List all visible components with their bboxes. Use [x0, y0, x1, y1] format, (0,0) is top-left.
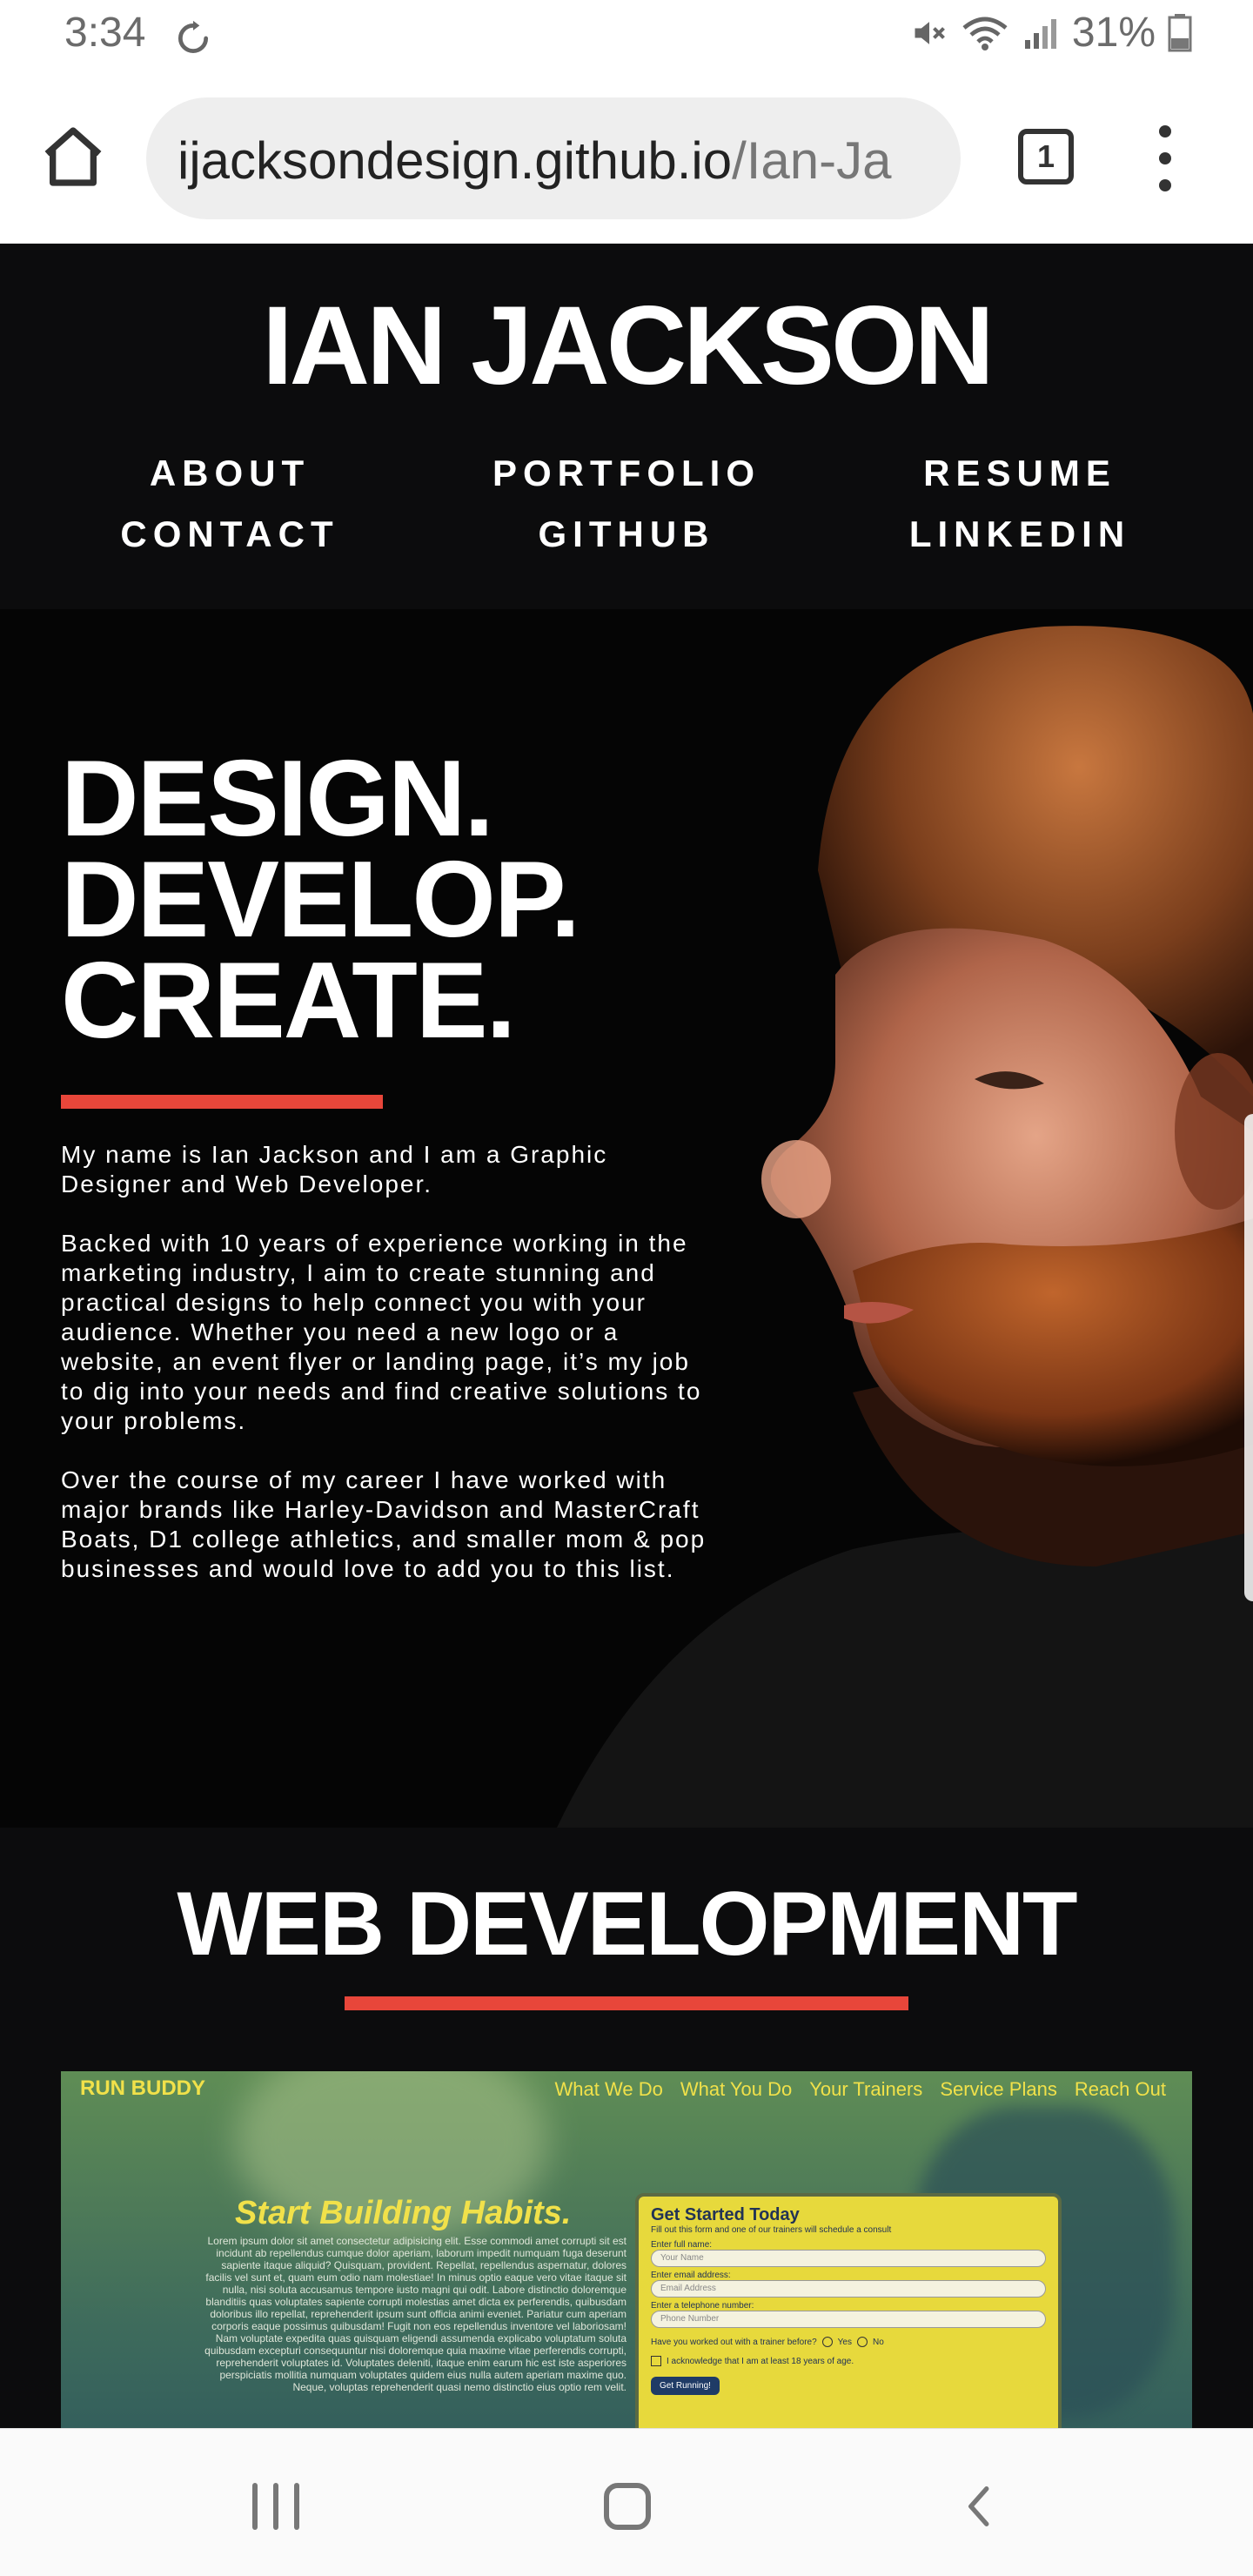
email-field: Email Address [651, 2280, 1046, 2298]
nav-github[interactable]: GITHUB [470, 513, 783, 555]
address-bar[interactable]: ijacksondesign.github.io/Ian-Ja [146, 97, 961, 219]
hero-section: DESIGN. DEVELOP. CREATE. My name is Ian … [0, 609, 1253, 1828]
nav-about[interactable]: ABOUT [73, 453, 386, 494]
tab-switcher-button[interactable]: 1 [1018, 129, 1074, 184]
age-checkbox [651, 2356, 661, 2366]
android-nav-bar [0, 2428, 1253, 2576]
name-label: Enter full name: [651, 2240, 713, 2250]
nav-contact[interactable]: CONTACT [73, 513, 386, 555]
project-preview-run-buddy[interactable]: RUN BUDDY What We Do What You Do Your Tr… [61, 2071, 1192, 2428]
hero-brands-paragraph: Over the course of my career I have work… [61, 1466, 707, 1582]
status-bar: 3:34 31% [0, 0, 1253, 77]
overflow-menu-icon[interactable] [1149, 125, 1183, 191]
age-ack: I acknowledge that I am at least 18 year… [651, 2356, 1046, 2366]
project-signup-form: Get Started Today Fill out this form and… [635, 2193, 1062, 2428]
project-nav-item: What We Do [554, 2078, 663, 2100]
site-title[interactable]: IAN JACKSON [0, 282, 1253, 410]
site-header: IAN JACKSON ABOUT PORTFOLIO RESUME CONTA… [0, 244, 1253, 609]
nav-portfolio[interactable]: PORTFOLIO [470, 453, 783, 494]
home-icon[interactable] [38, 122, 108, 191]
hero-divider [61, 1095, 383, 1109]
wifi-icon [962, 17, 1008, 50]
yes-radio [821, 2337, 833, 2347]
yes-label: Yes [837, 2337, 852, 2347]
web-development-section: WEB DEVELOPMENT RUN BUDDY What We Do Wha… [0, 1828, 1253, 2428]
nav-resume[interactable]: RESUME [863, 453, 1176, 494]
project-brand: RUN BUDDY [80, 2076, 205, 2100]
edge-panel-handle[interactable] [1244, 1114, 1253, 1601]
section-title: WEB DEVELOPMENT [177, 1874, 1077, 1975]
section-divider [345, 1996, 908, 2010]
home-button-icon[interactable] [604, 2483, 651, 2530]
get-running-button: Get Running! [651, 2377, 720, 2395]
hero-experience-paragraph: Backed with 10 years of experience worki… [61, 1230, 702, 1434]
battery-icon [1168, 13, 1192, 51]
signal-icon [1024, 18, 1056, 49]
age-ack-text: I acknowledge that I am at least 18 year… [667, 2356, 854, 2366]
battery-percent: 31% [1071, 10, 1156, 56]
name-field: Your Name [651, 2250, 1046, 2267]
url-text: ijacksondesign.github.io/Ian-Ja [178, 131, 892, 191]
status-icons: 31% [910, 9, 1192, 57]
form-title: Get Started Today [651, 2205, 800, 2224]
phone-label: Enter a telephone number: [651, 2301, 754, 2311]
headline-line: CREATE. [61, 941, 516, 1061]
status-time: 3:34 [64, 10, 146, 56]
headline-line: DEVELOP. [61, 840, 580, 960]
project-nav-item: Service Plans [940, 2078, 1057, 2100]
hero-headline: DESIGN. DEVELOP. CREATE. [61, 739, 580, 1061]
no-label: No [873, 2337, 884, 2347]
email-label: Enter email address: [651, 2271, 731, 2280]
recent-apps-icon[interactable] [252, 2483, 305, 2530]
project-heading: Start Building Habits. [235, 2195, 572, 2231]
phone-field: Phone Number [651, 2311, 1046, 2328]
trainer-question-text: Have you worked out with a trainer befor… [651, 2337, 817, 2347]
nav-linkedin[interactable]: LINKEDIN [863, 513, 1176, 555]
form-subtitle: Fill out this form and one of our traine… [651, 2225, 892, 2235]
headline-line: DESIGN. [61, 739, 494, 859]
project-nav-item: What You Do [680, 2078, 793, 2100]
project-nav-item: Reach Out [1074, 2078, 1166, 2100]
url-path: /Ian-Ja [732, 131, 892, 190]
project-nav-item: Your Trainers [809, 2078, 923, 2100]
trainer-question: Have you worked out with a trainer befor… [651, 2337, 1046, 2347]
project-body-text: Lorem ipsum dolor sit amet consectetur a… [204, 2235, 626, 2393]
browser-toolbar: ijacksondesign.github.io/Ian-Ja 1 [0, 77, 1253, 244]
sync-icon [178, 20, 209, 54]
project-nav: What We Do What You Do Your Trainers Ser… [555, 2078, 1166, 2101]
mute-icon [915, 21, 945, 44]
portrait-photo [557, 626, 1253, 1828]
hero-intro-paragraph: My name is Ian Jackson and I am a Graphi… [61, 1141, 608, 1197]
no-radio [857, 2337, 868, 2347]
back-icon[interactable] [957, 2483, 1004, 2530]
url-host: ijacksondesign.github.io [178, 131, 733, 190]
